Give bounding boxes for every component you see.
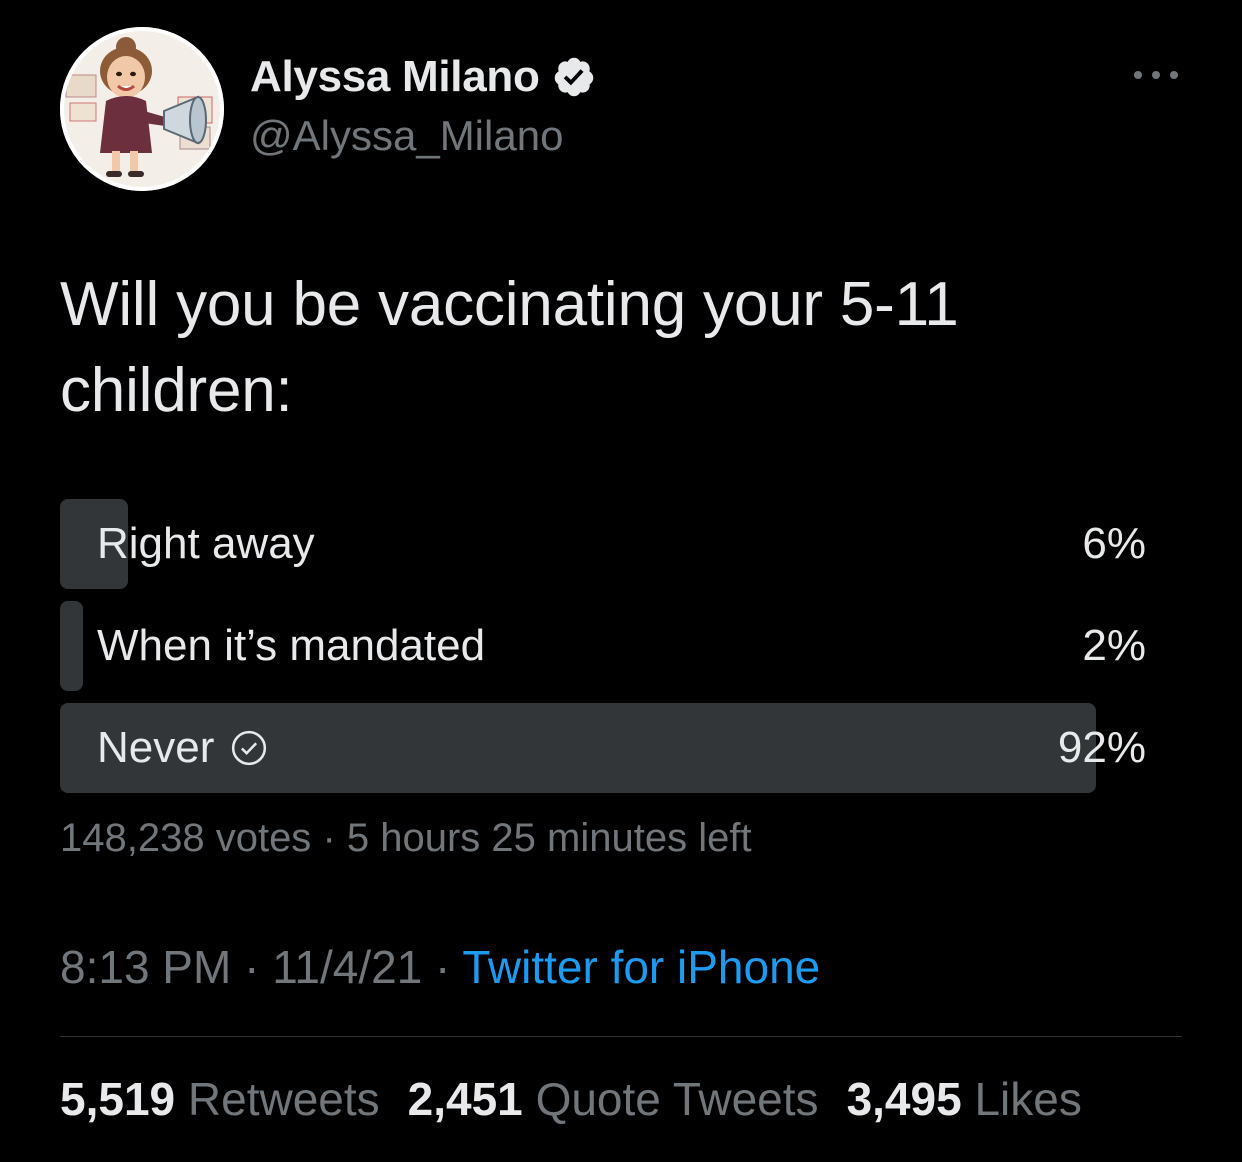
display-name[interactable]: Alyssa Milano (250, 52, 540, 102)
likes-count: 3,495 (846, 1073, 962, 1125)
poll-option-label: Never (97, 703, 268, 793)
verified-badge-icon (554, 57, 593, 97)
author-handle[interactable]: @Alyssa_Milano (250, 112, 563, 160)
poll-option-label: Right away (97, 499, 315, 589)
engagement-stats: 5,519 Retweets 2,451 Quote Tweets 3,495 … (60, 1072, 1082, 1126)
tweet-date[interactable]: 11/4/21 (272, 941, 422, 993)
tweet-time[interactable]: 8:13 PM (60, 941, 231, 993)
quote-tweets-count: 2,451 (407, 1073, 523, 1125)
timestamp-separator: · (244, 941, 260, 993)
poll-option-right-away: Right away 6% (60, 499, 1146, 589)
likes-stat[interactable]: 3,495 Likes (847, 1072, 1082, 1126)
poll-votes: 148,238 votes (60, 816, 312, 860)
poll-meta: 148,238 votes · 5 hours 25 minutes left (60, 816, 752, 861)
poll-option-percent: 92% (1057, 723, 1146, 772)
poll-option-percent: 2% (1082, 621, 1146, 670)
likes-label: Likes (974, 1073, 1082, 1125)
poll-option-never: Never 92% (60, 703, 1146, 793)
poll-separator: · (322, 816, 336, 860)
timestamp-separator: · (435, 941, 451, 993)
poll-option-percent: 6% (1082, 519, 1146, 568)
caricature-avatar-icon (60, 27, 224, 191)
tweet-timestamp-row: 8:13 PM · 11/4/21 · Twitter for iPhone (60, 940, 820, 994)
poll-option-text: When it’s mandated (97, 621, 486, 670)
poll-bar (60, 601, 83, 691)
divider (60, 1036, 1182, 1037)
retweets-count: 5,519 (60, 1073, 176, 1125)
tweet-source-link[interactable]: Twitter for iPhone (462, 941, 820, 993)
retweets-stat[interactable]: 5,519 Retweets (60, 1072, 380, 1126)
poll-time-left: 5 hours 25 minutes left (346, 816, 752, 860)
poll-option-when-mandated: When it’s mandated 2% (60, 601, 1146, 691)
poll-option-label: When it’s mandated (97, 601, 485, 691)
tweet-detail: Alyssa Milano @Alyssa_Milano Will you be… (0, 0, 1242, 1162)
more-options-icon[interactable] (1134, 62, 1178, 88)
quote-tweets-label: Quote Tweets (535, 1073, 819, 1125)
quote-tweets-stat[interactable]: 2,451 Quote Tweets (408, 1072, 819, 1126)
author-name-row[interactable]: Alyssa Milano (250, 52, 596, 102)
voted-check-icon (232, 730, 267, 766)
avatar[interactable] (60, 27, 224, 191)
poll-option-text: Right away (97, 519, 315, 568)
poll-option-text: Never (97, 723, 215, 772)
tweet-text: Will you be vaccinating your 5-11 childr… (60, 270, 959, 425)
retweets-label: Retweets (187, 1073, 380, 1125)
